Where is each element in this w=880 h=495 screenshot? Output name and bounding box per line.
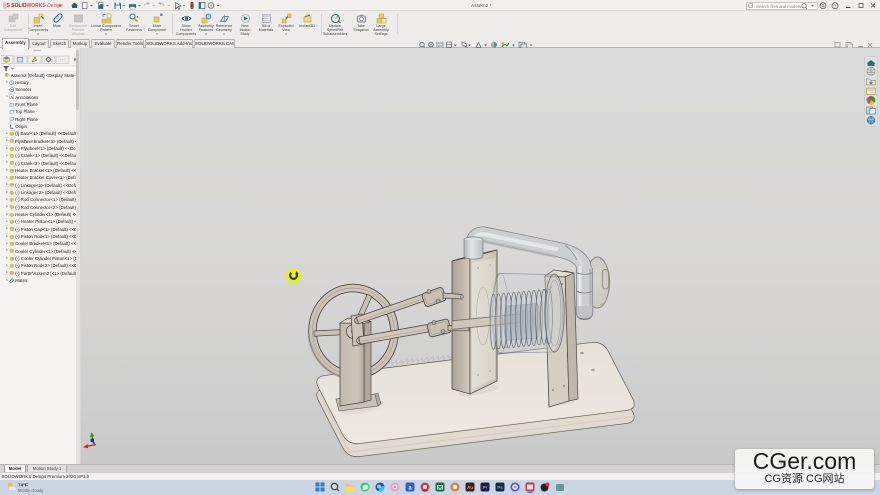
svg-text:74°F: 74°F [18, 483, 28, 488]
svg-text:Ps: Ps [497, 485, 503, 490]
svg-text:Pr: Pr [483, 485, 488, 490]
svg-text:Au: Au [467, 485, 473, 490]
svg-text:Mostly cloudy: Mostly cloudy [18, 488, 44, 493]
